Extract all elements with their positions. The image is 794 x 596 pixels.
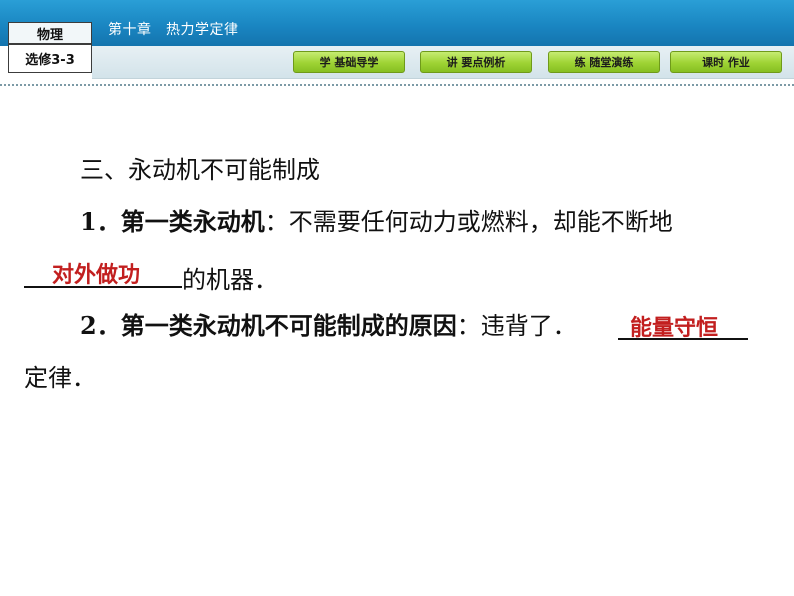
header-divider (0, 84, 794, 86)
book-label: 选修3-3 (8, 44, 92, 73)
nav-button-guide[interactable]: 学 基础导学 (293, 51, 405, 73)
item1-term: 第一类永动机 (120, 207, 265, 236)
nav-button-practice[interactable]: 练 随堂演练 (548, 51, 660, 73)
item2-term: 第一类永动机不可能制成的原因 (120, 311, 457, 340)
item2-tail: 定律． (24, 364, 96, 392)
item1-tail: 的机器． (182, 266, 278, 294)
section-heading: 三、永动机不可能制成 (80, 156, 320, 184)
item1-number: 1． (80, 207, 121, 236)
nav-button-homework[interactable]: 课时 作业 (670, 51, 782, 73)
item1-answer: 对外做功 (52, 263, 141, 288)
item2-line1: 2．第一类永动机不可能制成的原因：违背了． (80, 311, 577, 340)
chapter-title: 第十章 热力学定律 (108, 22, 239, 38)
subject-label: 物理 (8, 22, 92, 44)
item1-line1: 1．第一类永动机：不需要任何动力或燃料，却能不断地 (80, 207, 673, 236)
item2-number: 2． (80, 311, 121, 340)
item2-answer: 能量守恒 (630, 316, 719, 341)
item2-text: ：违背了． (456, 312, 577, 340)
nav-button-analysis[interactable]: 讲 要点例析 (420, 51, 532, 73)
item1-text: ：不需要任何动力或燃料，却能不断地 (264, 208, 673, 236)
